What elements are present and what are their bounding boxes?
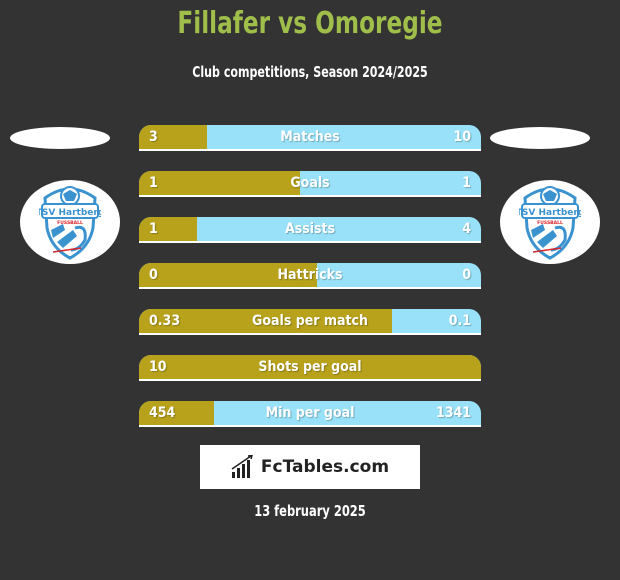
stat-label: Matches [280, 129, 340, 145]
stat-label: Hattricks [277, 267, 343, 283]
bar-chart-icon [231, 455, 253, 478]
right-player-oval [490, 127, 590, 149]
right-club-logo[interactable]: TSV Hartberg FUSSBALL [500, 180, 600, 264]
stat-label: Goals per match [252, 313, 368, 329]
left-player-oval [10, 127, 110, 149]
page-subtitle: Club competitions, Season 2024/2025 [192, 63, 428, 81]
stat-row-shots-per-goal: Shots per goal 10 [139, 355, 481, 381]
stat-row-goals-per-match: Goals per match 0.33 0.1 [139, 309, 481, 335]
fctables-brand-link[interactable]: FcTables.com [200, 445, 420, 489]
right-value: 10 [453, 129, 471, 145]
left-value: 454 [149, 405, 176, 421]
left-value: 0 [149, 267, 158, 283]
left-value: 1 [149, 175, 158, 191]
stat-label: Goals [290, 175, 330, 191]
date-label: 13 february 2025 [254, 502, 366, 520]
stat-label: Min per goal [265, 405, 355, 421]
left-value: 3 [149, 129, 158, 145]
svg-text:TSV Hartberg: TSV Hartberg [39, 208, 101, 218]
stat-row-goals: Goals 1 1 [139, 171, 481, 197]
stat-row-min-per-goal: Min per goal 454 1341 [139, 401, 481, 427]
brand-name: FcTables.com [260, 457, 390, 477]
svg-text:TSV Hartberg: TSV Hartberg [519, 208, 581, 218]
right-value: 0 [462, 267, 471, 283]
club-crest-icon: TSV Hartberg FUSSBALL [519, 186, 581, 260]
page-title: Fillafer vs Omoregie [177, 6, 443, 41]
left-value: 1 [149, 221, 158, 237]
right-value: 0.1 [448, 313, 471, 329]
right-value: 4 [462, 221, 471, 237]
stat-label: Shots per goal [258, 359, 362, 375]
left-value: 0.33 [149, 313, 181, 329]
left-value: 10 [149, 359, 167, 375]
stat-row-hattricks: Hattricks 0 0 [139, 263, 481, 289]
right-value: 1341 [435, 405, 471, 421]
left-club-logo[interactable]: TSV Hartberg FUSSBALL [20, 180, 120, 264]
right-value: 1 [462, 175, 471, 191]
stat-row-matches: Matches 3 10 [139, 125, 481, 151]
stat-row-assists: Assists 1 4 [139, 217, 481, 243]
stat-label: Assists [284, 221, 336, 237]
club-crest-icon: TSV Hartberg FUSSBALL [39, 186, 101, 260]
